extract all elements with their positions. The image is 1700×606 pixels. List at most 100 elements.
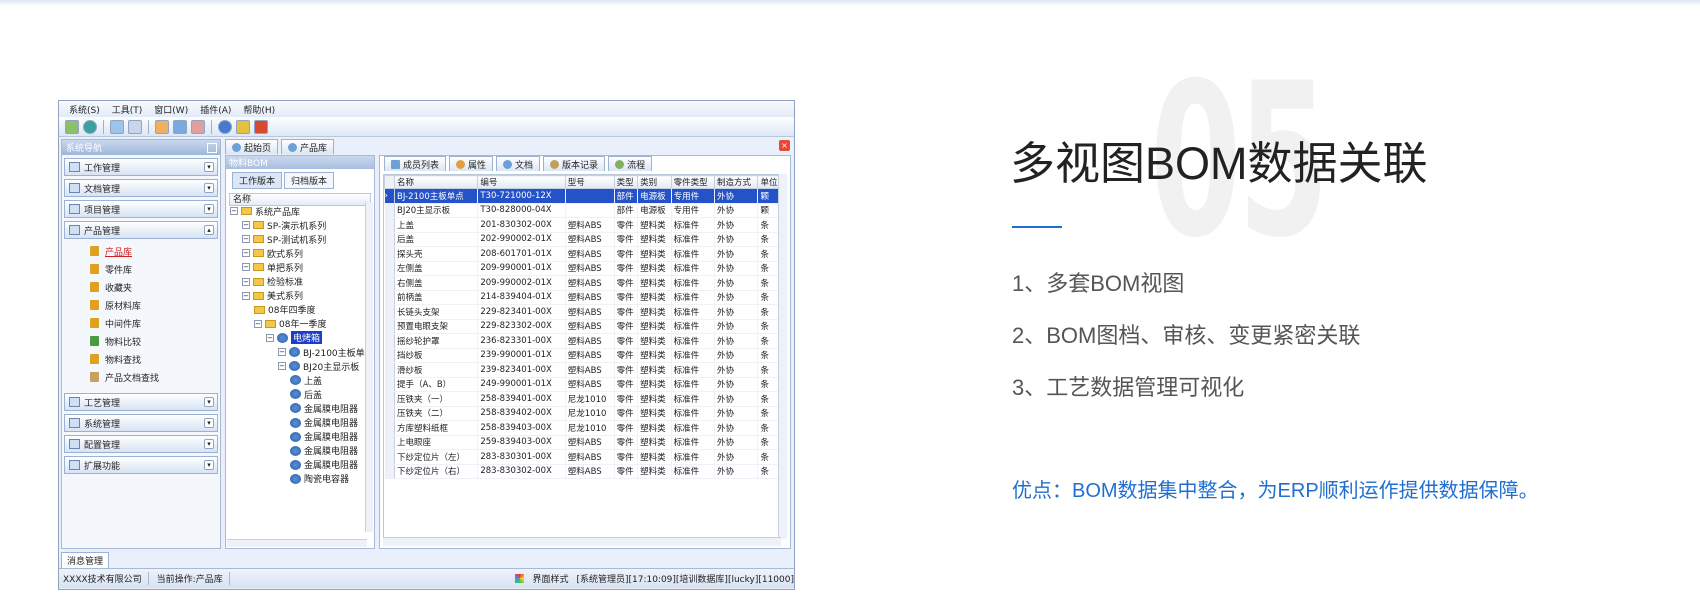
table-row[interactable]: 下纱定位片（左） 283-830301-00X 塑料ABS 零件 塑料类 标准件 外协条 <box>384 449 782 465</box>
tree-node[interactable]: 金属膜电阻器 <box>290 401 358 415</box>
tree-node[interactable]: − 美式系列 <box>242 289 303 303</box>
tree-node[interactable]: − BJ-2100主板单点 <box>278 345 374 359</box>
expand-toggle-icon[interactable]: − <box>278 348 286 356</box>
tree-node[interactable]: − BJ20主显示板 <box>278 359 359 373</box>
status-ui-style[interactable]: 界面样式 <box>532 572 568 585</box>
tree-vscrollbar[interactable] <box>365 202 373 532</box>
table-row[interactable]: 长链头支架 229-823401-00X 塑料ABS 零件 塑料类 标准件 外协条 <box>384 304 782 320</box>
nav-group-work[interactable]: 工作管理 ▾ <box>64 158 218 176</box>
table-row[interactable]: 挡纱板 239-990001-01X 塑料ABS 零件 塑料类 标准件 外协条 <box>384 348 782 363</box>
column-header[interactable]: 类型 <box>613 175 639 189</box>
tree-node[interactable]: − SP-测试机系列 <box>242 232 326 246</box>
table-row[interactable]: 压铁夹（一） 258-839401-00X 尼龙1010 零件 塑料类 标准件 外协条 <box>384 391 782 407</box>
table-row[interactable]: 上电眼座 259-839403-00X 塑料ABS 零件 塑料类 标准件 外协条 <box>384 435 782 450</box>
table-row[interactable]: 摇纱轮护罩 236-823301-00X 塑料ABS 零件 塑料类 标准件 外协条 <box>384 333 782 349</box>
expand-toggle-icon[interactable]: − <box>242 277 250 286</box>
menu-plugins[interactable]: 插件(A) <box>200 103 231 116</box>
exit-icon[interactable] <box>254 119 268 134</box>
nav-group-system[interactable]: 系统管理 ▾ <box>64 414 218 432</box>
nav-item-product-library[interactable]: 产品库 <box>62 242 220 260</box>
tree-node[interactable]: 08年四季度 <box>254 303 315 317</box>
tree-node[interactable]: 后盖 <box>290 387 322 401</box>
tab-properties[interactable]: 属性 <box>449 156 494 171</box>
tree-node[interactable]: − 欧式系列 <box>242 246 303 260</box>
expand-toggle-icon[interactable]: − <box>242 249 250 258</box>
nav-group-process[interactable]: 工艺管理 ▾ <box>64 393 218 411</box>
table-row[interactable]: 后盖 202-990002-01X 塑料ABS 零件 塑料类 标准件 外协条 <box>384 232 782 247</box>
expand-toggle-icon[interactable]: − <box>230 207 238 215</box>
table-row[interactable]: 左侧盖 209-990001-01X 塑料ABS 零件 塑料类 标准件 外协条 <box>384 261 782 276</box>
tab-working-version[interactable]: 工作版本 <box>232 172 283 189</box>
table-row[interactable]: BJ20主显示板 T30-828000-04X 部件 电源板 专用件 外协颗 <box>384 203 782 218</box>
nav-group-extensions[interactable]: 扩展功能 ▾ <box>64 456 218 474</box>
nav-group-docs[interactable]: 文档管理 ▾ <box>64 179 218 197</box>
list-icon[interactable] <box>128 119 142 134</box>
expand-toggle-icon[interactable]: − <box>242 221 250 230</box>
expand-toggle-icon[interactable]: − <box>242 235 250 244</box>
tab-members[interactable]: 成员列表 <box>384 156 447 171</box>
table-icon[interactable] <box>191 119 205 134</box>
collapse-icon[interactable] <box>207 142 217 153</box>
chevron-down-icon[interactable]: ▾ <box>204 460 214 470</box>
chevron-down-icon[interactable]: ▾ <box>204 204 214 214</box>
tree-hscrollbar[interactable] <box>227 539 367 547</box>
nav-item-compare[interactable]: 物料比较 <box>62 332 220 350</box>
tab-product-library[interactable]: 产品库 <box>281 139 335 154</box>
tab-archived-version[interactable]: 归档版本 <box>284 172 335 189</box>
table-row[interactable]: › BJ-2100主板单点 T30-721000-12X 部件 电源板 专用件 外协颗 <box>384 188 782 204</box>
copy-icon[interactable] <box>155 119 169 134</box>
nav-group-projects[interactable]: 项目管理 ▾ <box>64 200 218 218</box>
grid-icon[interactable] <box>173 119 187 134</box>
nav-item-raw-materials[interactable]: 原材料库 <box>62 296 220 314</box>
tree-node[interactable]: 金属膜电阻器 <box>290 444 358 458</box>
table-row[interactable]: 右侧盖 209-990002-01X 塑料ABS 零件 塑料类 标准件 外协条 <box>384 275 782 291</box>
table-row[interactable]: 滑纱板 239-823401-00X 塑料ABS 零件 塑料类 标准件 外协条 <box>384 362 782 378</box>
tree-node[interactable]: 陶瓷电容器 <box>290 472 349 486</box>
tab-start-page[interactable]: 起始页 <box>225 139 279 154</box>
chevron-down-icon[interactable]: ▾ <box>204 439 214 449</box>
menu-window[interactable]: 窗口(W) <box>154 103 188 116</box>
tab-workflow[interactable]: 流程 <box>608 156 653 171</box>
chevron-down-icon[interactable]: ▾ <box>204 183 214 193</box>
tree-node[interactable]: − 系统产品库 <box>230 204 300 218</box>
tree-node[interactable]: 金属膜电阻器 <box>290 458 358 472</box>
column-header[interactable]: 制造方式 <box>714 175 759 189</box>
tree-node[interactable]: 上盖 <box>290 373 322 387</box>
tab-documents[interactable]: 文档 <box>496 156 541 171</box>
lock-icon[interactable] <box>236 119 250 134</box>
nav-item-favorites[interactable]: 收藏夹 <box>62 278 220 296</box>
nav-group-products[interactable]: 产品管理 ▴ <box>64 221 218 239</box>
column-header[interactable]: 名称 <box>393 175 479 189</box>
table-row[interactable]: 下纱定位片（右） 283-830302-00X 塑料ABS 零件 塑料类 标准件 外协条 <box>384 464 782 479</box>
column-header[interactable]: 型号 <box>564 175 615 189</box>
column-header[interactable]: 类别 <box>637 175 672 189</box>
close-icon[interactable]: × <box>779 140 790 151</box>
chevron-up-icon[interactable]: ▴ <box>204 225 214 235</box>
nav-item-doc-find[interactable]: 产品文档查找 <box>62 368 220 386</box>
tree-node[interactable]: − 检验标准 <box>242 275 303 289</box>
expand-toggle-icon[interactable]: − <box>278 362 286 371</box>
grid-hscrollbar[interactable] <box>383 537 781 546</box>
table-row[interactable]: 预置电眼支架 229-823302-00X 塑料ABS 零件 塑料类 标准件 外协条 <box>384 319 782 334</box>
tree-node[interactable]: − 电烤箱 <box>266 331 323 345</box>
expand-toggle-icon[interactable]: − <box>242 263 250 272</box>
menu-help[interactable]: 帮助(H) <box>243 103 275 116</box>
tab-version-history[interactable]: 版本记录 <box>543 156 606 171</box>
menu-system[interactable]: 系统(S) <box>69 103 100 116</box>
nav-item-parts-library[interactable]: 零件库 <box>62 260 220 278</box>
column-header[interactable]: 零件类型 <box>670 175 716 189</box>
table-row[interactable]: 上盖 201-830302-00X 塑料ABS 零件 塑料类 标准件 外协条 <box>384 217 782 233</box>
nav-item-find[interactable]: 物料查找 <box>62 350 220 368</box>
new-icon[interactable] <box>65 119 79 134</box>
tree-node[interactable]: − 单把系列 <box>242 260 303 274</box>
tree-node[interactable]: − SP-演示机系列 <box>242 218 326 232</box>
chevron-down-icon[interactable]: ▾ <box>204 418 214 428</box>
expand-toggle-icon[interactable]: − <box>254 319 262 328</box>
tab-message-management[interactable]: 消息管理 <box>61 552 110 569</box>
expand-toggle-icon[interactable]: − <box>242 291 250 300</box>
column-header[interactable]: 编号 <box>477 175 566 189</box>
nav-group-config[interactable]: 配置管理 ▾ <box>64 435 218 453</box>
table-row[interactable]: 前柄盖 214-839404-01X 塑料ABS 零件 塑料类 标准件 外协条 <box>384 290 782 305</box>
nav-item-intermediate[interactable]: 中间件库 <box>62 314 220 332</box>
tree-node[interactable]: − 08年一季度 <box>254 317 326 331</box>
